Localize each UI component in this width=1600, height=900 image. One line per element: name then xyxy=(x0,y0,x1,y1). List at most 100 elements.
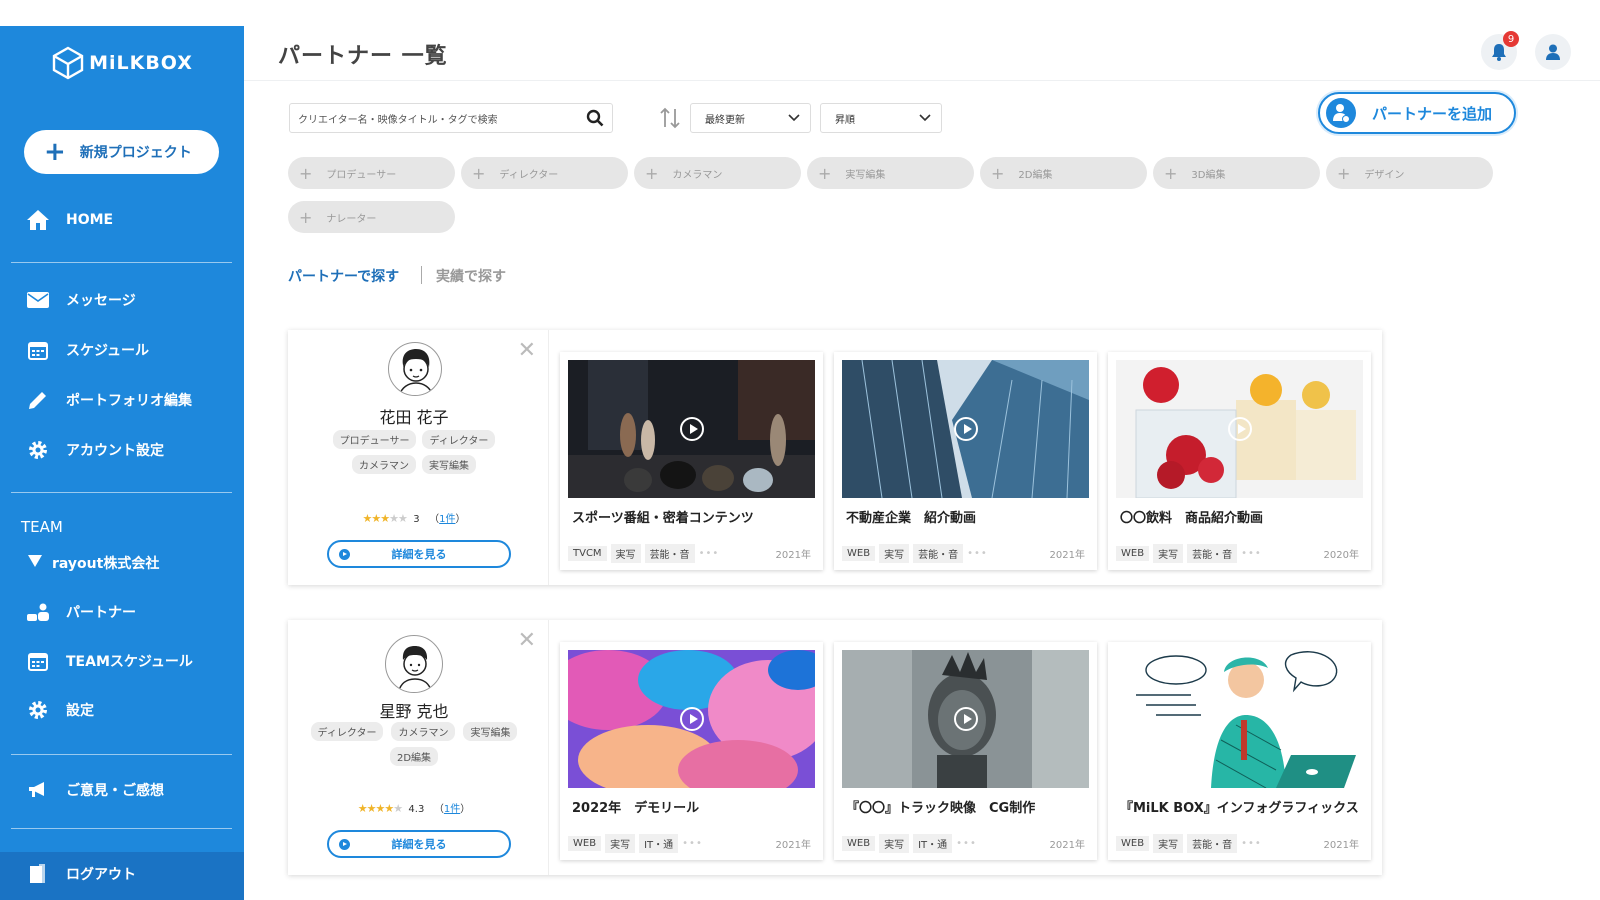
close-icon[interactable]: ✕ xyxy=(518,338,536,363)
filter-chip-narrator[interactable]: + ナレーター xyxy=(288,201,455,233)
logout-button[interactable]: ログアウト xyxy=(26,862,136,886)
logout-icon xyxy=(26,862,50,886)
plus-icon: + xyxy=(299,163,313,183)
work-card[interactable]: スポーツ番組・密着コンテンツ TVCM 実写 芸能・音 ••• 2021年 xyxy=(560,352,823,570)
rating-value: 4.3 xyxy=(408,804,425,815)
partner-card: ✕ 花田 花子 プロデューサー ディレクター カメラマン 実写編集 ★★★★★ … xyxy=(288,330,1382,585)
notification-badge: 9 xyxy=(1503,31,1519,47)
plus-icon: + xyxy=(44,137,66,167)
team-company-toggle[interactable]: rayout株式会社 xyxy=(28,553,159,573)
app-logo-text: MiLKBOX xyxy=(89,52,193,74)
sidebar-item-settings[interactable]: 設定 xyxy=(26,698,94,722)
sort-field-value: 最終更新 xyxy=(705,114,745,126)
sidebar-item-schedule[interactable]: スケジュール xyxy=(26,338,149,362)
sort-icon[interactable] xyxy=(660,107,680,133)
filter-chip-label: カメラマン xyxy=(672,169,723,181)
sidebar-item-team-schedule[interactable]: TEAMスケジュール xyxy=(26,649,193,673)
view-details-label: 詳細を見る xyxy=(391,838,447,851)
sidebar-item-home[interactable]: HOME xyxy=(26,208,113,232)
work-year: 2021年 xyxy=(1049,840,1085,851)
sidebar-item-messages[interactable]: メッセージ xyxy=(26,288,136,312)
work-meta: TVCM 実写 芸能・音 ••• 2021年 xyxy=(568,544,811,563)
filter-chip-cameraman[interactable]: + カメラマン xyxy=(634,157,801,189)
view-details-button[interactable]: 詳細を見る xyxy=(327,540,511,568)
sort-field-select[interactable]: 最終更新 xyxy=(690,103,811,133)
partner-tags: プロデューサー ディレクター カメラマン 実写編集 xyxy=(298,430,530,474)
partner-rating: ★★★★★ 3 （1件） xyxy=(288,510,540,525)
work-tag: 実写 xyxy=(1153,834,1184,853)
work-title: 2022年 デモリール xyxy=(572,801,700,816)
gear-icon xyxy=(26,438,50,462)
plus-icon: + xyxy=(472,163,486,183)
partner-avatar xyxy=(385,635,443,693)
partner-tag: カメラマン xyxy=(352,455,416,474)
play-icon[interactable] xyxy=(953,417,978,441)
rating-value: 3 xyxy=(413,514,420,525)
work-title: 『〇〇』トラック映像 CG制作 xyxy=(846,801,1036,816)
search-input[interactable]: クリエイター名・映像タイトル・タグで検索 xyxy=(289,103,613,133)
view-details-button[interactable]: 詳細を見る xyxy=(327,830,511,858)
new-project-button[interactable]: + 新規プロジェクト xyxy=(24,130,219,174)
work-thumbnail xyxy=(1116,360,1363,498)
work-card[interactable]: 不動産企業 紹介動画 WEB 実写 芸能・音 ••• 2021年 xyxy=(834,352,1097,570)
partner-card: ✕ 星野 克也 ディレクター カメラマン 実写編集 2D編集 ★★★★★ 4.3… xyxy=(288,620,1382,875)
review-count-link[interactable]: 1件 xyxy=(439,514,455,525)
close-icon[interactable]: ✕ xyxy=(518,628,536,653)
sidebar-item-account[interactable]: アカウント設定 xyxy=(26,438,164,462)
filter-chip-label: デザイン xyxy=(1364,169,1405,181)
work-thumbnail xyxy=(842,650,1089,788)
add-partner-label: パートナーを追加 xyxy=(1372,104,1493,123)
add-partner-button[interactable]: パートナーを追加 xyxy=(1318,92,1516,134)
work-tag: WEB xyxy=(568,836,602,851)
partner-profile: ✕ 花田 花子 プロデューサー ディレクター カメラマン 実写編集 ★★★★★ … xyxy=(288,330,549,585)
search-placeholder: クリエイター名・映像タイトル・タグで検索 xyxy=(298,114,498,126)
notification-button[interactable]: 9 xyxy=(1481,31,1519,70)
play-icon[interactable] xyxy=(679,707,704,731)
search-icon[interactable] xyxy=(586,109,604,127)
work-year: 2021年 xyxy=(1049,550,1085,561)
sidebar: MiLKBOX + 新規プロジェクト HOME メッセージ スケジュール ポート… xyxy=(0,26,244,900)
work-title: 『MiLK BOX』インフォグラフィックス xyxy=(1120,801,1359,816)
calendar-icon xyxy=(26,649,50,673)
add-user-icon xyxy=(1326,98,1356,128)
filter-chip-2d-edit[interactable]: +2D編集 xyxy=(980,157,1147,189)
app-logo[interactable]: MiLKBOX xyxy=(0,46,244,80)
play-icon[interactable] xyxy=(1227,417,1252,441)
more-dots-icon: ••• xyxy=(1241,548,1262,559)
partner-avatar xyxy=(388,342,442,396)
sidebar-item-portfolio[interactable]: ポートフォリオ編集 xyxy=(26,388,192,412)
filter-chip-producer[interactable]: + プロデューサー xyxy=(288,157,455,189)
review-open-paren: （ xyxy=(433,804,444,815)
partner-tag: カメラマン xyxy=(391,722,456,741)
work-tag: IT・通 xyxy=(639,834,679,853)
work-card[interactable]: 『〇〇』トラック映像 CG制作 WEB 実写 IT・通 ••• 2021年 xyxy=(834,642,1097,860)
play-icon[interactable] xyxy=(953,707,978,731)
filter-chip-3d-edit[interactable]: +3D編集 xyxy=(1153,157,1320,189)
work-year: 2021年 xyxy=(775,550,811,561)
user-menu-button[interactable] xyxy=(1535,34,1571,70)
play-icon[interactable] xyxy=(679,417,704,441)
sidebar-item-partner[interactable]: パートナー xyxy=(26,600,136,624)
work-year: 2021年 xyxy=(1323,840,1359,851)
sidebar-divider xyxy=(11,754,232,755)
sidebar-item-feedback[interactable]: ご意見・ご感想 xyxy=(26,778,164,802)
sidebar-item-label: HOME xyxy=(66,212,114,228)
partner-tag: プロデューサー xyxy=(332,430,417,449)
work-tag: 芸能・音 xyxy=(644,544,695,563)
work-card[interactable]: 2022年 デモリール WEB 実写 IT・通 ••• 2021年 xyxy=(560,642,823,860)
work-card[interactable]: 〇〇飲料 商品紹介動画 WEB 実写 芸能・音 ••• 2020年 xyxy=(1108,352,1371,570)
filter-chip-design[interactable]: + デザイン xyxy=(1326,157,1493,189)
pencil-icon xyxy=(26,388,50,412)
review-count-link[interactable]: 1件 xyxy=(444,804,460,815)
sort-order-select[interactable]: 昇順 xyxy=(820,103,942,133)
filter-chip-director[interactable]: + ディレクター xyxy=(461,157,628,189)
work-card[interactable]: 『MiLK BOX』インフォグラフィックス WEB 実写 芸能・音 ••• 20… xyxy=(1108,642,1371,860)
tab-search-by-partner[interactable]: パートナーで探す xyxy=(288,266,399,286)
work-year: 2020年 xyxy=(1323,550,1359,561)
filter-chip-live-edit[interactable]: + 実写編集 xyxy=(807,157,974,189)
tab-search-by-works[interactable]: 実績で探す xyxy=(436,266,506,286)
work-tag: 実写 xyxy=(879,834,910,853)
work-thumbnail xyxy=(1116,650,1363,788)
page-title: パートナー 一覧 xyxy=(278,44,448,69)
filter-chip-label: ナレーター xyxy=(326,213,377,225)
